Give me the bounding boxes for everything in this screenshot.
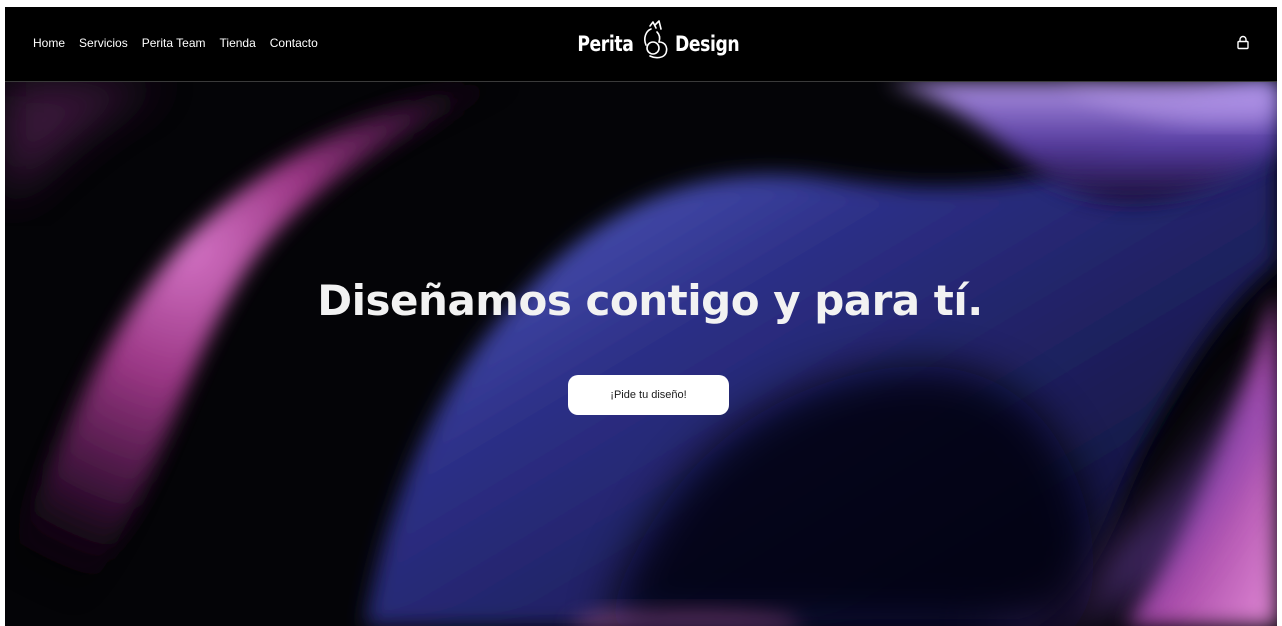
page-frame: Home Servicios Perita Team Tienda Contac… [5, 7, 1277, 626]
site-header: Home Servicios Perita Team Tienda Contac… [5, 7, 1277, 82]
pide-tu-diseno-button[interactable]: ¡Pide tu diseño! [568, 375, 729, 415]
nav-link-perita-team[interactable]: Perita Team [142, 36, 206, 50]
hero-background-waves [5, 82, 1277, 626]
nav-link-contacto[interactable]: Contacto [270, 36, 318, 50]
nav-link-servicios[interactable]: Servicios [79, 36, 128, 50]
nav-link-tienda[interactable]: Tienda [220, 36, 256, 50]
logo-word-perita: Perita [577, 32, 634, 56]
logo-word-design: Design [675, 32, 740, 56]
hero-headline: Diseñamos contigo y para tí. [317, 276, 983, 325]
hero-section: Diseñamos contigo y para tí. ¡Pide tu di… [5, 82, 1277, 626]
site-logo[interactable]: Perita Design [565, 17, 754, 71]
shopping-bag-icon[interactable] [1235, 35, 1251, 51]
main-nav: Home Servicios Perita Team Tienda Contac… [33, 36, 318, 50]
ok-hand-icon [644, 20, 668, 59]
nav-link-home[interactable]: Home [33, 36, 65, 50]
